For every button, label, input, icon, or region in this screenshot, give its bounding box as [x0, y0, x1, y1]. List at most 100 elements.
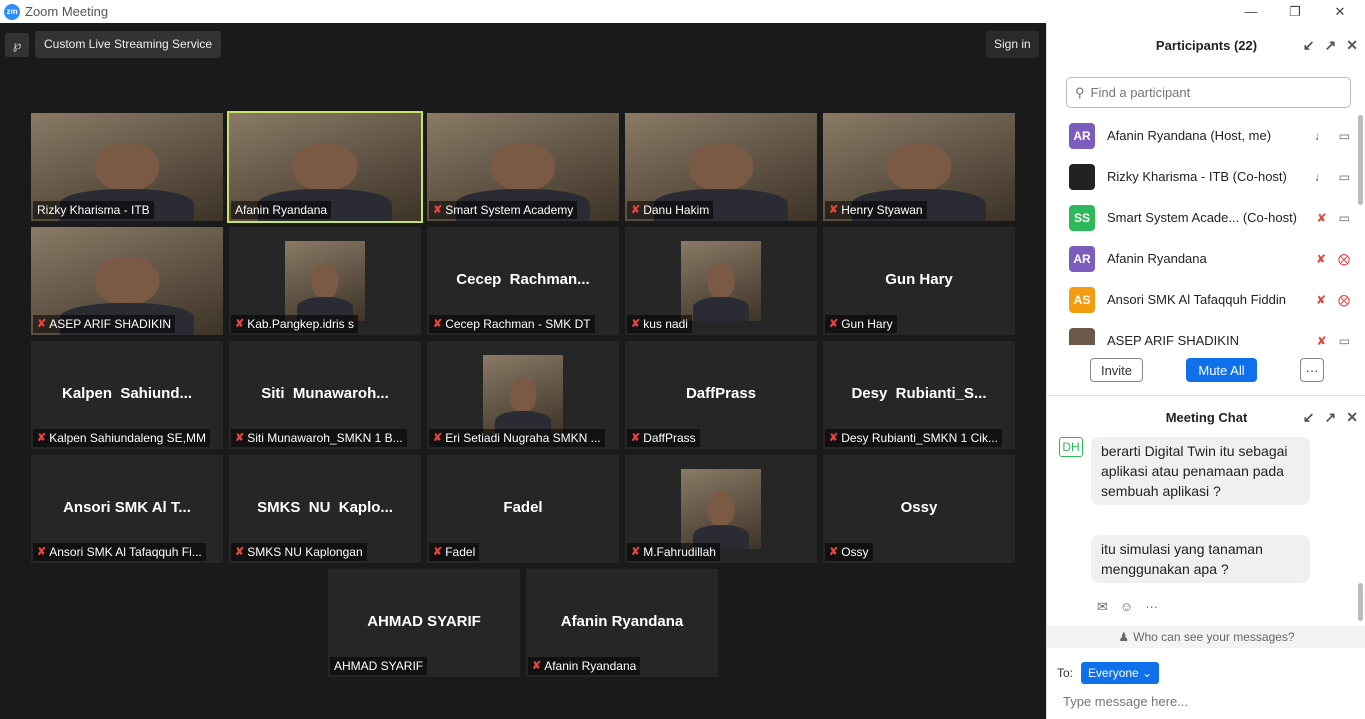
video-camera-icon[interactable]: ▭ — [1339, 129, 1350, 143]
restore-icon[interactable]: ❐ — [1275, 0, 1315, 23]
chat-messages: DH berarti Digital Twin itu sebagai apli… — [1047, 437, 1365, 627]
participant-row[interactable]: AS Ansori SMK Al Tafaqquh Fiddin ✘ ⨂ — [1047, 279, 1365, 320]
tile-name-text: Afanin Ryandana — [544, 659, 637, 673]
video-tile[interactable]: Afanin Ryandana ✘ Afanin Ryandana — [526, 569, 718, 677]
microphone-muted-icon[interactable]: ✘ — [1316, 252, 1326, 266]
tile-name-label: ✘ Ossy — [825, 543, 873, 561]
mute-all-button[interactable]: Mute All — [1186, 358, 1257, 382]
video-tile[interactable]: Fadel ✘ Fadel — [427, 455, 619, 563]
tile-name-label: ✘ SMKS NU Kaplongan — [231, 543, 367, 561]
participant-search[interactable]: ⚲ — [1066, 77, 1351, 108]
face — [707, 263, 735, 299]
recipient-dropdown[interactable]: Everyone ⌄ — [1081, 662, 1160, 684]
video-camera-icon[interactable]: ▭ — [1339, 334, 1350, 346]
minimize-icon[interactable]: — — [1231, 0, 1271, 23]
tile-name-label: ✘ Eri Setiadi Nugraha SMKN ... — [429, 429, 605, 447]
video-tile[interactable]: SMKS NU Kaplo... ✘ SMKS NU Kaplongan — [229, 455, 421, 563]
microphone-icon[interactable]: ♩ — [1315, 170, 1327, 184]
tile-name-label: ✘ M.Fahrudillah — [627, 543, 720, 561]
participant-row[interactable]: AR Afanin Ryandana (Host, me) ♩ ▭ — [1047, 115, 1365, 156]
tile-name-text: Rizky Kharisma - ITB — [37, 203, 150, 217]
microphone-icon[interactable]: ♩ — [1315, 129, 1327, 143]
close-icon[interactable]: ✕ — [1346, 37, 1358, 54]
sign-in-button[interactable]: Sign in — [986, 31, 1039, 58]
video-camera-icon[interactable]: ▭ — [1339, 170, 1350, 184]
video-tile[interactable]: AHMAD SYARIF AHMAD SYARIF — [328, 569, 520, 677]
microphone-muted-icon[interactable]: ✘ — [1316, 293, 1326, 307]
microphone-muted-icon[interactable]: ✘ — [1317, 334, 1327, 346]
participant-row[interactable]: AR Afanin Ryandana ✘ ⨂ — [1047, 238, 1365, 279]
pop-out-icon[interactable]: ↗ — [1325, 37, 1337, 54]
pop-out-icon[interactable]: ↗ — [1325, 409, 1337, 426]
video-tile[interactable]: Rizky Kharisma - ITB — [31, 113, 223, 221]
chat-message[interactable]: itu simulasi yang tanaman menggunakan ap… — [1091, 535, 1310, 583]
chat-header: Meeting Chat ↙ ↗ ✕ — [1047, 395, 1365, 439]
who-can-see-bar[interactable]: ♟ Who can see your messages? — [1047, 626, 1365, 648]
emoji-icon[interactable]: ☺ — [1120, 599, 1133, 615]
video-tile[interactable]: Desy Rubianti_S... ✘ Desy Rubianti_SMKN 1 … — [823, 341, 1015, 449]
mic-muted-icon: ✘ — [433, 318, 443, 330]
mic-muted-icon: ✘ — [235, 318, 245, 330]
video-tile[interactable]: ✘ Henry Styawan — [823, 113, 1015, 221]
mic-muted-icon: ✘ — [433, 546, 443, 558]
video-tile[interactable]: ✘ M.Fahrudillah — [625, 455, 817, 563]
participant-avatar: AR — [1069, 122, 1095, 149]
video-camera-off-icon[interactable]: ⨂ — [1338, 252, 1350, 266]
chat-input[interactable] — [1063, 694, 1353, 709]
video-camera-icon[interactable]: ▭ — [1339, 211, 1350, 225]
tile-display-name: Siti Munawaroh... — [261, 385, 389, 402]
tile-name-label: ✘ DaffPrass — [627, 429, 700, 447]
participant-list-scrollbar[interactable] — [1358, 115, 1363, 205]
video-tile[interactable]: Afanin Ryandana — [227, 111, 423, 223]
participants-header: Participants (22) ↙ ↗ ✕ — [1047, 23, 1365, 67]
tile-name-text: Smart System Academy — [445, 203, 574, 217]
close-window-icon[interactable]: ✕ — [1320, 0, 1360, 23]
tile-display-name: Fadel — [503, 499, 543, 516]
participant-search-input[interactable] — [1090, 85, 1331, 100]
video-tile[interactable]: Ansori SMK Al T... ✘ Ansori SMK Al Tafaqqu… — [31, 455, 223, 563]
tile-name-text: Henry Styawan — [841, 203, 923, 217]
microphone-muted-icon[interactable]: ✘ — [1317, 211, 1327, 225]
chat-scrollbar[interactable] — [1358, 583, 1363, 621]
recipient-row: To: Everyone ⌄ — [1057, 662, 1160, 684]
video-tile[interactable]: Ossy ✘ Ossy — [823, 455, 1015, 563]
chat-message[interactable]: berarti Digital Twin itu sebagai aplikas… — [1091, 437, 1310, 505]
participant-avatar — [1069, 327, 1095, 345]
who-can-see-text: Who can see your messages? — [1133, 630, 1295, 644]
more-options-button[interactable]: ··· — [1300, 358, 1324, 382]
collapse-icon[interactable]: ↙ — [1303, 37, 1315, 54]
video-tile[interactable]: ✘ kus nadi — [625, 227, 817, 335]
tile-name-label: ✘ kus nadi — [627, 315, 692, 333]
video-tile[interactable]: ✘ Kab.Pangkep.idris s — [229, 227, 421, 335]
video-tile[interactable]: ✘ Smart System Academy — [427, 113, 619, 221]
participant-avatar: AS — [1069, 286, 1095, 313]
video-stage: ℘ Custom Live Streaming Service Sign in … — [0, 23, 1046, 719]
tile-name-text: Ossy — [841, 545, 869, 559]
mic-muted-icon: ✘ — [631, 204, 641, 216]
video-tile[interactable]: Siti Munawaroh... ✘ Siti Munawaroh_SMKN 1 … — [229, 341, 421, 449]
participant-row[interactable]: ASEP ARIF SHADIKIN ✘ ▭ — [1047, 320, 1365, 345]
invite-button[interactable]: Invite — [1090, 358, 1143, 382]
video-tile[interactable]: Kalpen Sahiund... ✘ Kalpen Sahiundaleng SE… — [31, 341, 223, 449]
tile-display-name: SMKS NU Kaplo... — [257, 499, 393, 516]
mic-muted-icon: ✘ — [631, 318, 641, 330]
participant-row[interactable]: SS Smart System Acade... (Co-host) ✘ ▭ — [1047, 197, 1365, 238]
video-camera-off-icon[interactable]: ⨂ — [1338, 293, 1350, 307]
collapse-icon[interactable]: ↙ — [1303, 409, 1315, 426]
video-tile[interactable]: Gun Hary ✘ Gun Hary — [823, 227, 1015, 335]
message-actions: ✉ ☺ ··· — [1097, 599, 1158, 615]
reply-icon[interactable]: ✉ — [1097, 599, 1108, 615]
tile-name-text: Afanin Ryandana — [235, 203, 328, 217]
video-tile[interactable]: DaffPrass ✘ DaffPrass — [625, 341, 817, 449]
video-tile[interactable]: ✘ ASEP ARIF SHADIKIN — [31, 227, 223, 335]
video-tile[interactable]: Cecep Rachman... ✘ Cecep Rachman - SMK DT — [427, 227, 619, 335]
video-tile[interactable]: ✘ Eri Setiadi Nugraha SMKN ... — [427, 341, 619, 449]
participant-row[interactable]: Rizky Kharisma - ITB (Co-host) ♩ ▭ — [1047, 156, 1365, 197]
more-icon[interactable]: ··· — [1145, 599, 1158, 615]
close-icon[interactable]: ✕ — [1346, 409, 1358, 426]
tile-name-label: AHMAD SYARIF — [330, 657, 428, 675]
video-tile[interactable]: ✘ Danu Hakim — [625, 113, 817, 221]
live-stream-icon[interactable]: ℘ — [5, 33, 29, 57]
face — [509, 377, 537, 413]
live-streaming-button[interactable]: Custom Live Streaming Service — [35, 31, 222, 58]
